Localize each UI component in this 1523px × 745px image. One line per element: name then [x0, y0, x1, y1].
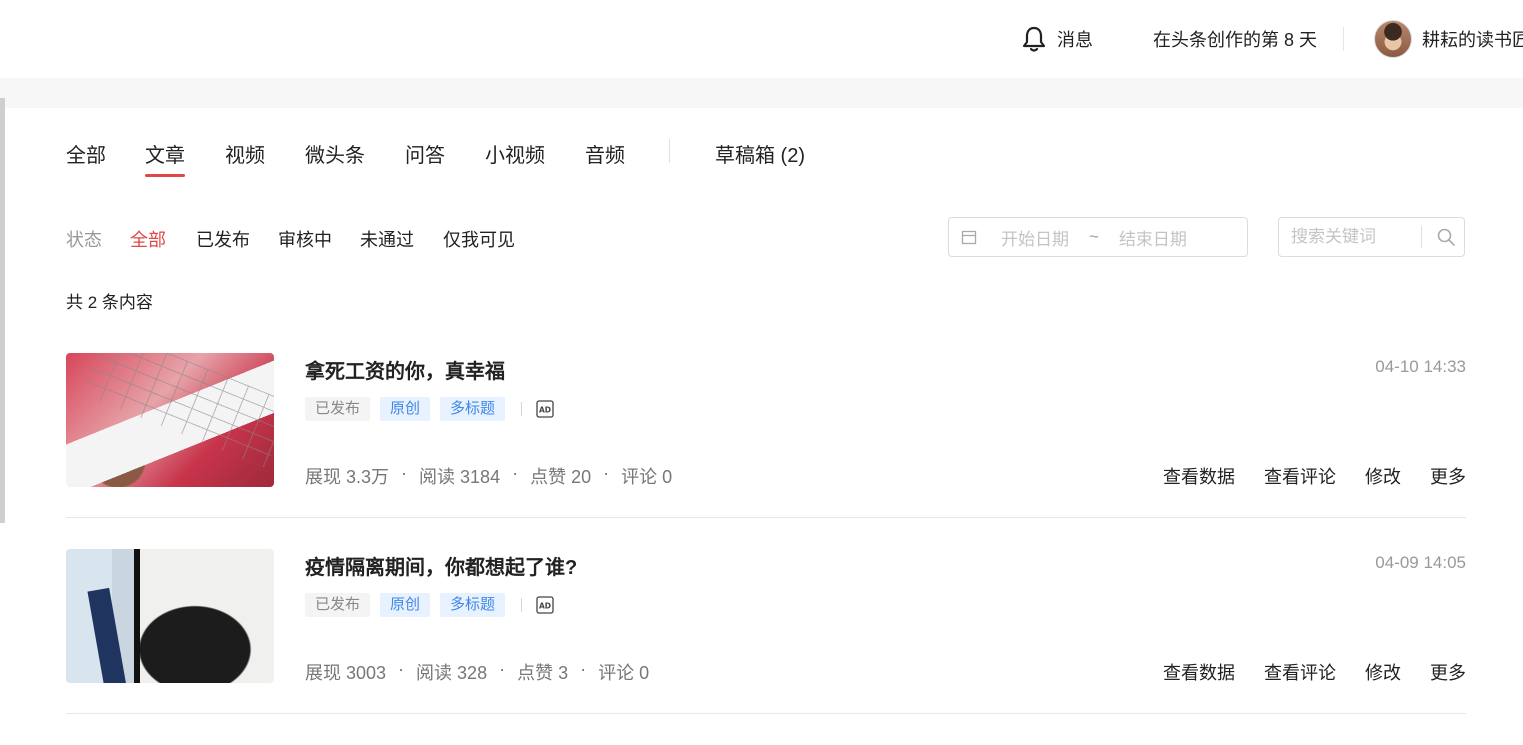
- tab-short-video[interactable]: 小视频: [485, 139, 545, 168]
- status-badge: 已发布: [305, 397, 371, 421]
- stat-likes: 点赞 20: [530, 467, 592, 487]
- header-divider: [1343, 27, 1344, 51]
- content-count: 共 2 条内容: [66, 293, 153, 312]
- tab-audio[interactable]: 音频: [585, 139, 625, 168]
- article-stats: 展现 3.3万 · 阅读 3184 · 点赞 20 · 评论 0: [305, 463, 673, 487]
- start-date-input[interactable]: 开始日期: [1001, 225, 1069, 250]
- filter-private[interactable]: 仅我可见: [443, 226, 515, 252]
- scrollbar[interactable]: [0, 98, 5, 523]
- filter-rejected[interactable]: 未通过: [360, 226, 414, 252]
- article-title[interactable]: 拿死工资的你，真幸福: [305, 355, 505, 384]
- stat-comments: 评论 0: [598, 663, 650, 683]
- header-band: [0, 78, 1523, 108]
- filter-all[interactable]: 全部: [130, 226, 166, 252]
- user-menu[interactable]: 耕耘的读书匠: [1374, 0, 1523, 78]
- article-actions: 查看数据 查看评论 修改 更多: [1134, 659, 1466, 685]
- article-item: 疫情隔离期间，你都想起了谁? 04-09 14:05 已发布 原创 多标题 AD…: [66, 549, 1466, 745]
- ad-icon: AD: [536, 596, 554, 614]
- article-date: 04-10 14:33: [1375, 357, 1466, 376]
- ad-icon: AD: [536, 400, 554, 418]
- calendar-icon: [961, 230, 977, 245]
- filter-reviewing[interactable]: 审核中: [278, 226, 332, 252]
- status-label: 状态: [66, 230, 102, 250]
- multi-title-badge: 多标题: [440, 593, 506, 617]
- stat-comments: 评论 0: [621, 467, 673, 487]
- stat-reads: 阅读 3184: [419, 467, 501, 487]
- article-title[interactable]: 疫情隔离期间，你都想起了谁?: [305, 551, 577, 580]
- avatar[interactable]: [1374, 20, 1412, 58]
- tab-drafts[interactable]: 草稿箱 (2): [715, 139, 805, 168]
- search-box[interactable]: [1278, 217, 1465, 257]
- tab-article[interactable]: 文章: [145, 139, 185, 177]
- view-comments-link[interactable]: 查看评论: [1264, 659, 1336, 685]
- article-tags: 已发布 原创 多标题 AD: [305, 593, 554, 617]
- creation-days: 在头条创作的第 8 天: [1153, 30, 1318, 50]
- original-badge: 原创: [380, 593, 431, 617]
- stat-likes: 点赞 3: [517, 663, 569, 683]
- article-actions: 查看数据 查看评论 修改 更多: [1134, 463, 1466, 489]
- end-date-input[interactable]: 结束日期: [1119, 225, 1187, 250]
- row-divider: [66, 713, 1466, 714]
- svg-text:AD: AD: [539, 406, 551, 415]
- messages-label: 消息: [1057, 30, 1093, 50]
- filter-published[interactable]: 已发布: [196, 226, 250, 252]
- search-icon[interactable]: [1436, 227, 1456, 247]
- more-link[interactable]: 更多: [1430, 659, 1466, 685]
- multi-title-badge: 多标题: [440, 397, 506, 421]
- messages-button[interactable]: 消息: [1021, 0, 1093, 78]
- edit-link[interactable]: 修改: [1365, 463, 1401, 489]
- article-thumbnail[interactable]: [66, 549, 274, 683]
- top-header: 消息 在头条创作的第 8 天 耕耘的读书匠: [0, 0, 1523, 78]
- tab-weitoutiao[interactable]: 微头条: [305, 139, 365, 168]
- article-stats: 展现 3003 · 阅读 328 · 点赞 3 · 评论 0: [305, 659, 650, 683]
- search-input[interactable]: [1291, 227, 1421, 247]
- article-tags: 已发布 原创 多标题 AD: [305, 397, 554, 421]
- date-range-picker[interactable]: 开始日期 ~ 结束日期: [948, 217, 1248, 257]
- tag-divider: [521, 598, 523, 612]
- svg-text:AD: AD: [539, 602, 551, 611]
- view-comments-link[interactable]: 查看评论: [1264, 463, 1336, 489]
- more-link[interactable]: 更多: [1430, 463, 1466, 489]
- bell-icon: [1022, 26, 1046, 52]
- edit-link[interactable]: 修改: [1365, 659, 1401, 685]
- date-separator: ~: [1089, 227, 1099, 246]
- tag-divider: [521, 402, 523, 416]
- stat-impressions: 展现 3003: [305, 663, 387, 683]
- status-badge: 已发布: [305, 593, 371, 617]
- tab-divider: [669, 139, 670, 163]
- article-thumbnail[interactable]: [66, 353, 274, 487]
- view-data-link[interactable]: 查看数据: [1163, 463, 1235, 489]
- original-badge: 原创: [380, 397, 431, 421]
- user-name: 耕耘的读书匠: [1422, 30, 1523, 50]
- tab-all[interactable]: 全部: [66, 139, 106, 168]
- row-divider: [66, 517, 1466, 518]
- view-data-link[interactable]: 查看数据: [1163, 659, 1235, 685]
- article-date: 04-09 14:05: [1375, 553, 1466, 572]
- search-divider: [1421, 226, 1422, 248]
- stat-impressions: 展现 3.3万: [305, 467, 390, 487]
- stat-reads: 阅读 328: [416, 663, 488, 683]
- tab-video[interactable]: 视频: [225, 139, 265, 168]
- tab-qa[interactable]: 问答: [405, 139, 445, 168]
- article-item: 拿死工资的你，真幸福 04-10 14:33 已发布 原创 多标题 AD 展现 …: [66, 353, 1466, 549]
